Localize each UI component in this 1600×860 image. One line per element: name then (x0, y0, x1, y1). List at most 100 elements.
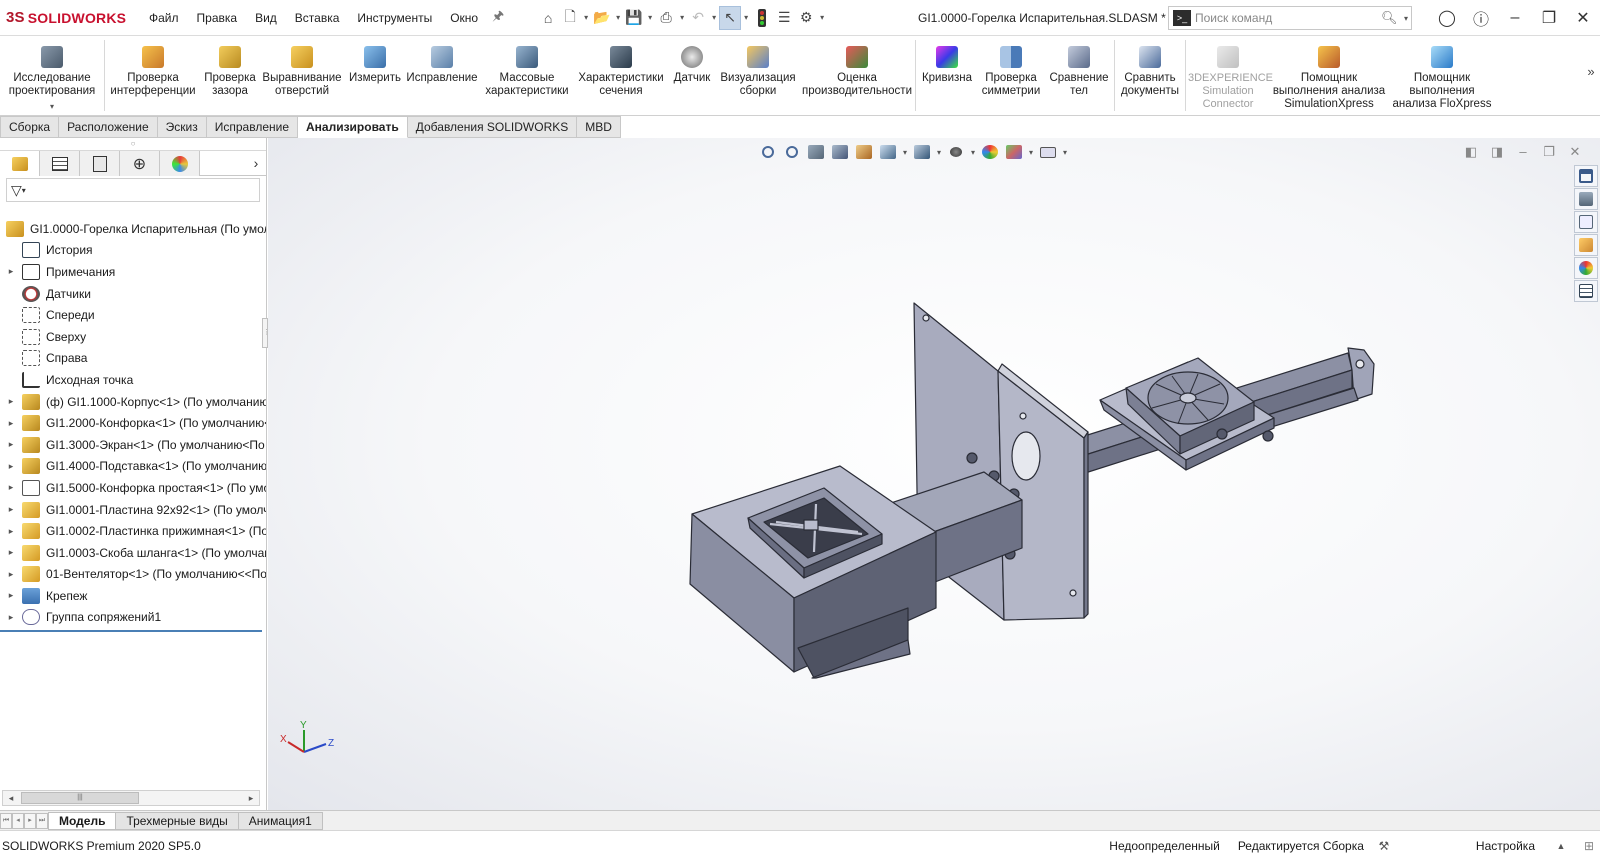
tab-solidworks-addins[interactable]: Добавления SOLIDWORKS (407, 116, 578, 138)
resize-grip-icon[interactable]: ⊞ (1578, 839, 1600, 853)
symmetry-check-button[interactable]: Проверка симметрии (978, 36, 1044, 115)
performance-evaluation-button[interactable]: Оценка производительности (799, 36, 915, 115)
tree-item[interactable]: GI1.0000-Горелка Испарительная (По умолч… (0, 218, 266, 240)
mass-properties-button[interactable]: Массовые характеристики (479, 36, 575, 115)
expand-arrow-icon[interactable]: ▸ (0, 547, 22, 558)
tree-item[interactable]: ▸ Примечания (0, 261, 266, 283)
print-dropdown-icon[interactable]: ▾ (677, 13, 687, 22)
tree-item[interactable]: Справа (0, 348, 266, 370)
sensor-button[interactable]: Датчик (667, 36, 717, 115)
close-icon[interactable]: ✕ (1566, 8, 1600, 28)
graphics-area[interactable]: ▾ ▾ ▾ ▾ ▾ ◧ ◨ – ❐ ✕ Y Z X (268, 138, 1600, 810)
restore-icon[interactable]: ❐ (1532, 8, 1566, 28)
command-search[interactable]: >_ Поиск команд 🔍︎ ▾ (1168, 6, 1412, 30)
print-icon[interactable]: ⎙ (655, 6, 677, 30)
tab-sketch[interactable]: Эскиз (157, 116, 207, 138)
unit-system[interactable]: Настройка (1467, 839, 1544, 853)
expand-arrow-icon[interactable]: ▸ (0, 439, 22, 450)
options-gear-icon[interactable]: ⚙ (795, 6, 817, 30)
tree-item[interactable]: ▸ GI1.0003-Скоба шланга<1> (По умолчанию<… (0, 542, 266, 564)
tree-item[interactable]: ▸ GI1.4000-Подставка<1> (По умолчанию<По … (0, 456, 266, 478)
measure-button[interactable]: Измерить (345, 36, 405, 115)
simulationxpress-button[interactable]: Помощник выполнения анализа SimulationXp… (1270, 36, 1388, 115)
scrollbar-thumb[interactable]: ||| (21, 792, 139, 804)
tree-filter[interactable]: ▽ ▾ (6, 178, 260, 202)
fix-button[interactable]: Исправление (405, 36, 479, 115)
tab-nav-next-icon[interactable]: ▸ (24, 812, 36, 829)
tab-nav-prev-icon[interactable]: ◂ (12, 812, 24, 829)
tab-model[interactable]: Модель (48, 811, 117, 830)
tree-item[interactable]: Датчики (0, 283, 266, 305)
tree-item[interactable]: ▸ GI1.0002-Пластинка прижимная<1> (По умо… (0, 520, 266, 542)
expand-arrow-icon[interactable]: ▸ (0, 569, 22, 580)
select-cursor-icon[interactable]: ↖ (719, 5, 742, 30)
configurationmanager-tab[interactable] (80, 151, 120, 176)
unit-system-dropdown-icon[interactable]: ▲ (1544, 841, 1578, 851)
design-study-dropdown-icon[interactable]: ▾ (50, 100, 54, 113)
body-compare-button[interactable]: Сравнение тел (1044, 36, 1114, 115)
new-document-icon[interactable]: 🗋 (559, 6, 581, 30)
tab-mbd[interactable]: MBD (577, 116, 621, 138)
tree-item[interactable]: ▸ 01-Вентелятор<1> (По умолчанию<<По умол… (0, 564, 266, 586)
expand-arrow-icon[interactable]: ▸ (0, 482, 22, 493)
save-dropdown-icon[interactable]: ▾ (645, 13, 655, 22)
tree-horizontal-scrollbar[interactable]: ◂ ||| ▸ (2, 790, 260, 806)
panel-grip-icon[interactable]: ○ (0, 138, 266, 150)
pin-icon[interactable]: 🖈 (487, 7, 509, 29)
clearance-button[interactable]: Проверка зазора (201, 36, 259, 115)
save-icon[interactable]: 💾 (623, 6, 645, 30)
expand-arrow-icon[interactable]: ▸ (0, 526, 22, 537)
expand-arrow-icon[interactable]: ▸ (0, 396, 22, 407)
3dx-simulation-connector-button[interactable]: 3DEXPERIENCE Simulation Connector (1186, 36, 1273, 115)
ribbon-overflow-icon[interactable]: » (1582, 36, 1600, 115)
assembly-model-view[interactable]: Y Z X (268, 138, 1600, 810)
expand-arrow-icon[interactable]: ▸ (0, 590, 22, 601)
section-properties-button[interactable]: Характеристики сечения (575, 36, 667, 115)
tree-item[interactable]: История (0, 240, 266, 262)
scroll-right-icon[interactable]: ▸ (243, 793, 259, 804)
assembly-visualization-button[interactable]: Визуализация сборки (717, 36, 799, 115)
expand-arrow-icon[interactable]: ▸ (0, 504, 22, 515)
new-dropdown-icon[interactable]: ▾ (581, 13, 591, 22)
menu-edit[interactable]: Правка (188, 0, 247, 36)
curvature-button[interactable]: Кривизна (916, 36, 978, 115)
tab-nav-first-icon[interactable]: ⏮ (0, 812, 12, 829)
dimxpertmanager-tab[interactable]: ⊕ (120, 151, 160, 176)
expand-arrow-icon[interactable]: ▸ (0, 461, 22, 472)
search-input[interactable]: Поиск команд (1195, 11, 1381, 25)
rebuild-status-icon[interactable]: ⚒ (1373, 839, 1395, 853)
tab-assembly[interactable]: Сборка (0, 116, 60, 138)
hole-alignment-button[interactable]: Выравнивание отверстий (259, 36, 345, 115)
tree-item[interactable]: ▸ GI1.3000-Экран<1> (По умолчанию<По умол… (0, 434, 266, 456)
tab-layout[interactable]: Расположение (59, 116, 158, 138)
menu-insert[interactable]: Вставка (286, 0, 349, 36)
tree-item[interactable]: Исходная точка (0, 369, 266, 391)
open-dropdown-icon[interactable]: ▾ (613, 13, 623, 22)
interference-button[interactable]: Проверка интерференции (105, 36, 201, 115)
tab-nav-last-icon[interactable]: ⏭ (36, 812, 48, 829)
undo-dropdown-icon[interactable]: ▾ (709, 13, 719, 22)
menu-window[interactable]: Окно (441, 0, 487, 36)
minimize-icon[interactable]: – (1498, 9, 1532, 27)
compare-documents-button[interactable]: Сравнить документы (1115, 36, 1185, 115)
help-icon[interactable]: ⓘ (1464, 6, 1498, 30)
tree-item[interactable]: Сверху (0, 326, 266, 348)
search-icon[interactable]: 🔍︎ (1381, 10, 1401, 26)
floxpress-button[interactable]: Помощник выполнения анализа FloXpress (1388, 36, 1496, 115)
menu-view[interactable]: Вид (246, 0, 286, 36)
home-icon[interactable]: ⌂ (537, 6, 559, 30)
solidworks-logo[interactable]: 3S SOLIDWORKS (0, 9, 140, 26)
user-account-icon[interactable]: ◯ (1430, 8, 1464, 28)
tree-item[interactable]: ▸ Группа сопряжений1 (0, 607, 266, 629)
options-dropdown-icon[interactable]: ▾ (817, 13, 827, 22)
file-properties-icon[interactable]: ☰ (773, 6, 795, 30)
menu-tools[interactable]: Инструменты (348, 0, 441, 36)
expand-arrow-icon[interactable]: ▸ (0, 612, 22, 623)
design-study-button[interactable]: Исследование проектирования ▾ (0, 36, 104, 115)
tab-animation[interactable]: Анимация1 (238, 811, 323, 830)
tab-fix[interactable]: Исправление (206, 116, 298, 138)
tree-item[interactable]: ▸ GI1.0001-Пластина 92x92<1> (По умолчани… (0, 499, 266, 521)
tree-item[interactable]: Спереди (0, 304, 266, 326)
open-icon[interactable]: 📂 (591, 6, 613, 30)
displaymanager-tab[interactable] (160, 151, 200, 176)
